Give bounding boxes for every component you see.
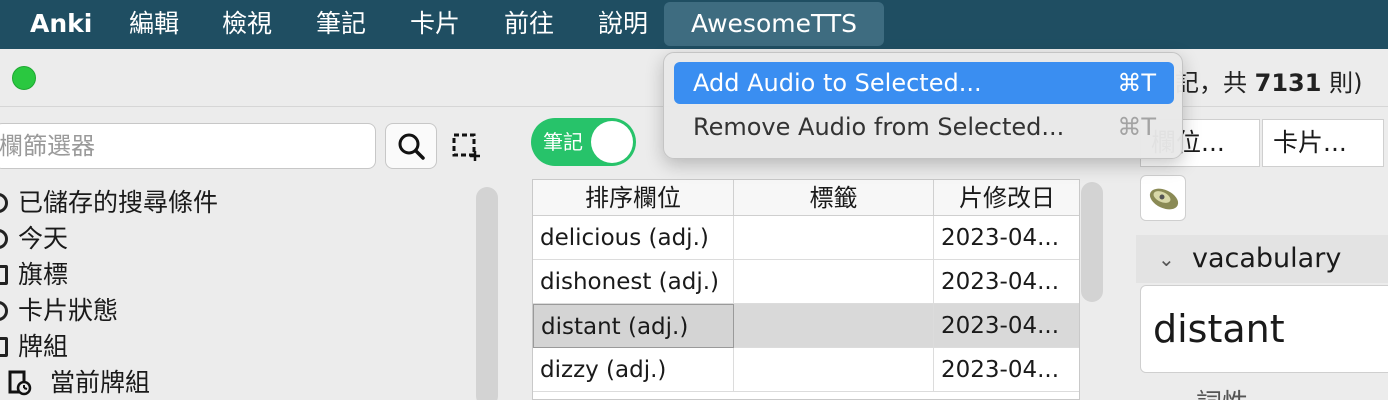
current-deck-icon: [8, 370, 32, 396]
cell-sort-field: dishonest (adj.): [533, 260, 734, 304]
deck-icon: [0, 337, 8, 357]
notes-cards-toggle[interactable]: 筆記: [531, 118, 636, 166]
cell-modified: 2023-04...: [934, 304, 1079, 348]
cell-modified: 2023-04...: [934, 348, 1079, 392]
column-header-modified[interactable]: 片修改日: [934, 180, 1079, 216]
table-row[interactable]: dishonest (adj.) 2023-04...: [533, 260, 1079, 304]
menu-help[interactable]: 說明: [598, 0, 648, 49]
speaker-icon: [1149, 188, 1179, 210]
menu-go[interactable]: 前往: [504, 0, 554, 49]
search-button[interactable]: [385, 123, 437, 169]
menu-item-remove-audio[interactable]: Remove Audio from Selected... ⌘T: [674, 106, 1174, 148]
selection-tool-icon[interactable]: [452, 133, 480, 161]
awesometts-speaker-button[interactable]: [1140, 175, 1186, 221]
menu-view[interactable]: 檢視: [222, 0, 272, 49]
menu-item-label: Add Audio to Selected...: [693, 69, 982, 97]
toggle-knob: [591, 121, 633, 163]
clock-icon: [0, 229, 8, 249]
browser-table: 排序欄位 標籤 片修改日 delicious (adj.) 2023-04...…: [532, 179, 1080, 400]
menu-item-shortcut: ⌘T: [1117, 69, 1156, 97]
field-name: vacabulary: [1192, 243, 1342, 274]
menu-item-add-audio[interactable]: Add Audio to Selected... ⌘T: [674, 62, 1174, 104]
sidebar-item-label: 牌組: [18, 332, 69, 361]
cell-sort-field: delicious (adj.): [533, 216, 734, 260]
window-zoom-button[interactable]: [12, 66, 36, 90]
saved-search-icon: [0, 193, 8, 213]
column-header-sort-field[interactable]: 排序欄位: [533, 180, 734, 216]
sidebar-scrollbar[interactable]: [476, 187, 498, 400]
sidebar-item-label: 當前牌組: [50, 368, 151, 397]
menu-app-anki[interactable]: Anki: [30, 0, 92, 49]
menu-item-shortcut: ⌘T: [1117, 113, 1156, 141]
note-count: 7131: [1254, 69, 1322, 97]
cell-tags: [734, 216, 934, 260]
menu-bar: Anki 編輯 檢視 筆記 卡片 前往 說明 AwesomeTTS: [0, 0, 1388, 49]
sidebar-item-label: 已儲存的搜尋條件: [18, 188, 219, 217]
window-title-prefix: 記，共: [1175, 69, 1255, 97]
flag-icon: [0, 265, 8, 285]
table-row[interactable]: dizzy (adj.) 2023-04...: [533, 348, 1079, 392]
menu-edit[interactable]: 編輯: [129, 0, 179, 49]
cell-sort-field: distant (adj.): [533, 304, 734, 348]
table-row[interactable]: delicious (adj.) 2023-04...: [533, 216, 1079, 260]
field-header-vacabulary[interactable]: ⌄ vacabulary: [1136, 235, 1388, 283]
menu-awesometts[interactable]: AwesomeTTS: [664, 2, 884, 46]
search-icon: [398, 133, 425, 160]
table-scrollbar[interactable]: [1081, 182, 1103, 302]
next-field-label: 詞性: [1196, 383, 1248, 400]
cell-modified: 2023-04...: [934, 216, 1079, 260]
cell-tags: [734, 260, 934, 304]
cell-modified: 2023-04...: [934, 260, 1079, 304]
menu-cards[interactable]: 卡片: [410, 0, 460, 49]
column-header-tags[interactable]: 標籤: [734, 180, 934, 216]
menu-item-label: Remove Audio from Selected...: [693, 113, 1065, 141]
toggle-label: 筆記: [543, 130, 583, 154]
sidebar: 欄篩選器 已儲存的搜尋條件 今天 旗標 卡片狀態 牌組 當前牌組: [0, 107, 510, 400]
sidebar-item-label: 卡片狀態: [18, 296, 119, 325]
sidebar-item-label: 今天: [18, 224, 69, 253]
sidebar-item-label: 旗標: [18, 260, 69, 289]
chevron-down-icon[interactable]: ⌄: [1158, 247, 1175, 271]
field-value-editor[interactable]: distant: [1140, 285, 1388, 373]
menu-notes[interactable]: 筆記: [316, 0, 366, 49]
sidebar-search-input[interactable]: 欄篩選器: [0, 123, 376, 169]
table-row-selected[interactable]: distant (adj.) 2023-04...: [533, 304, 1079, 348]
window-title: 記，共 7131 則): [1175, 63, 1362, 98]
card-state-icon: [0, 301, 8, 321]
window-title-suffix: 則): [1321, 69, 1363, 97]
awesometts-dropdown-menu: Add Audio to Selected... ⌘T Remove Audio…: [663, 52, 1183, 159]
cards-button[interactable]: 卡片...: [1262, 119, 1384, 167]
cell-tags: [734, 304, 934, 348]
cell-tags: [734, 348, 934, 392]
cell-sort-field: dizzy (adj.): [533, 348, 734, 392]
